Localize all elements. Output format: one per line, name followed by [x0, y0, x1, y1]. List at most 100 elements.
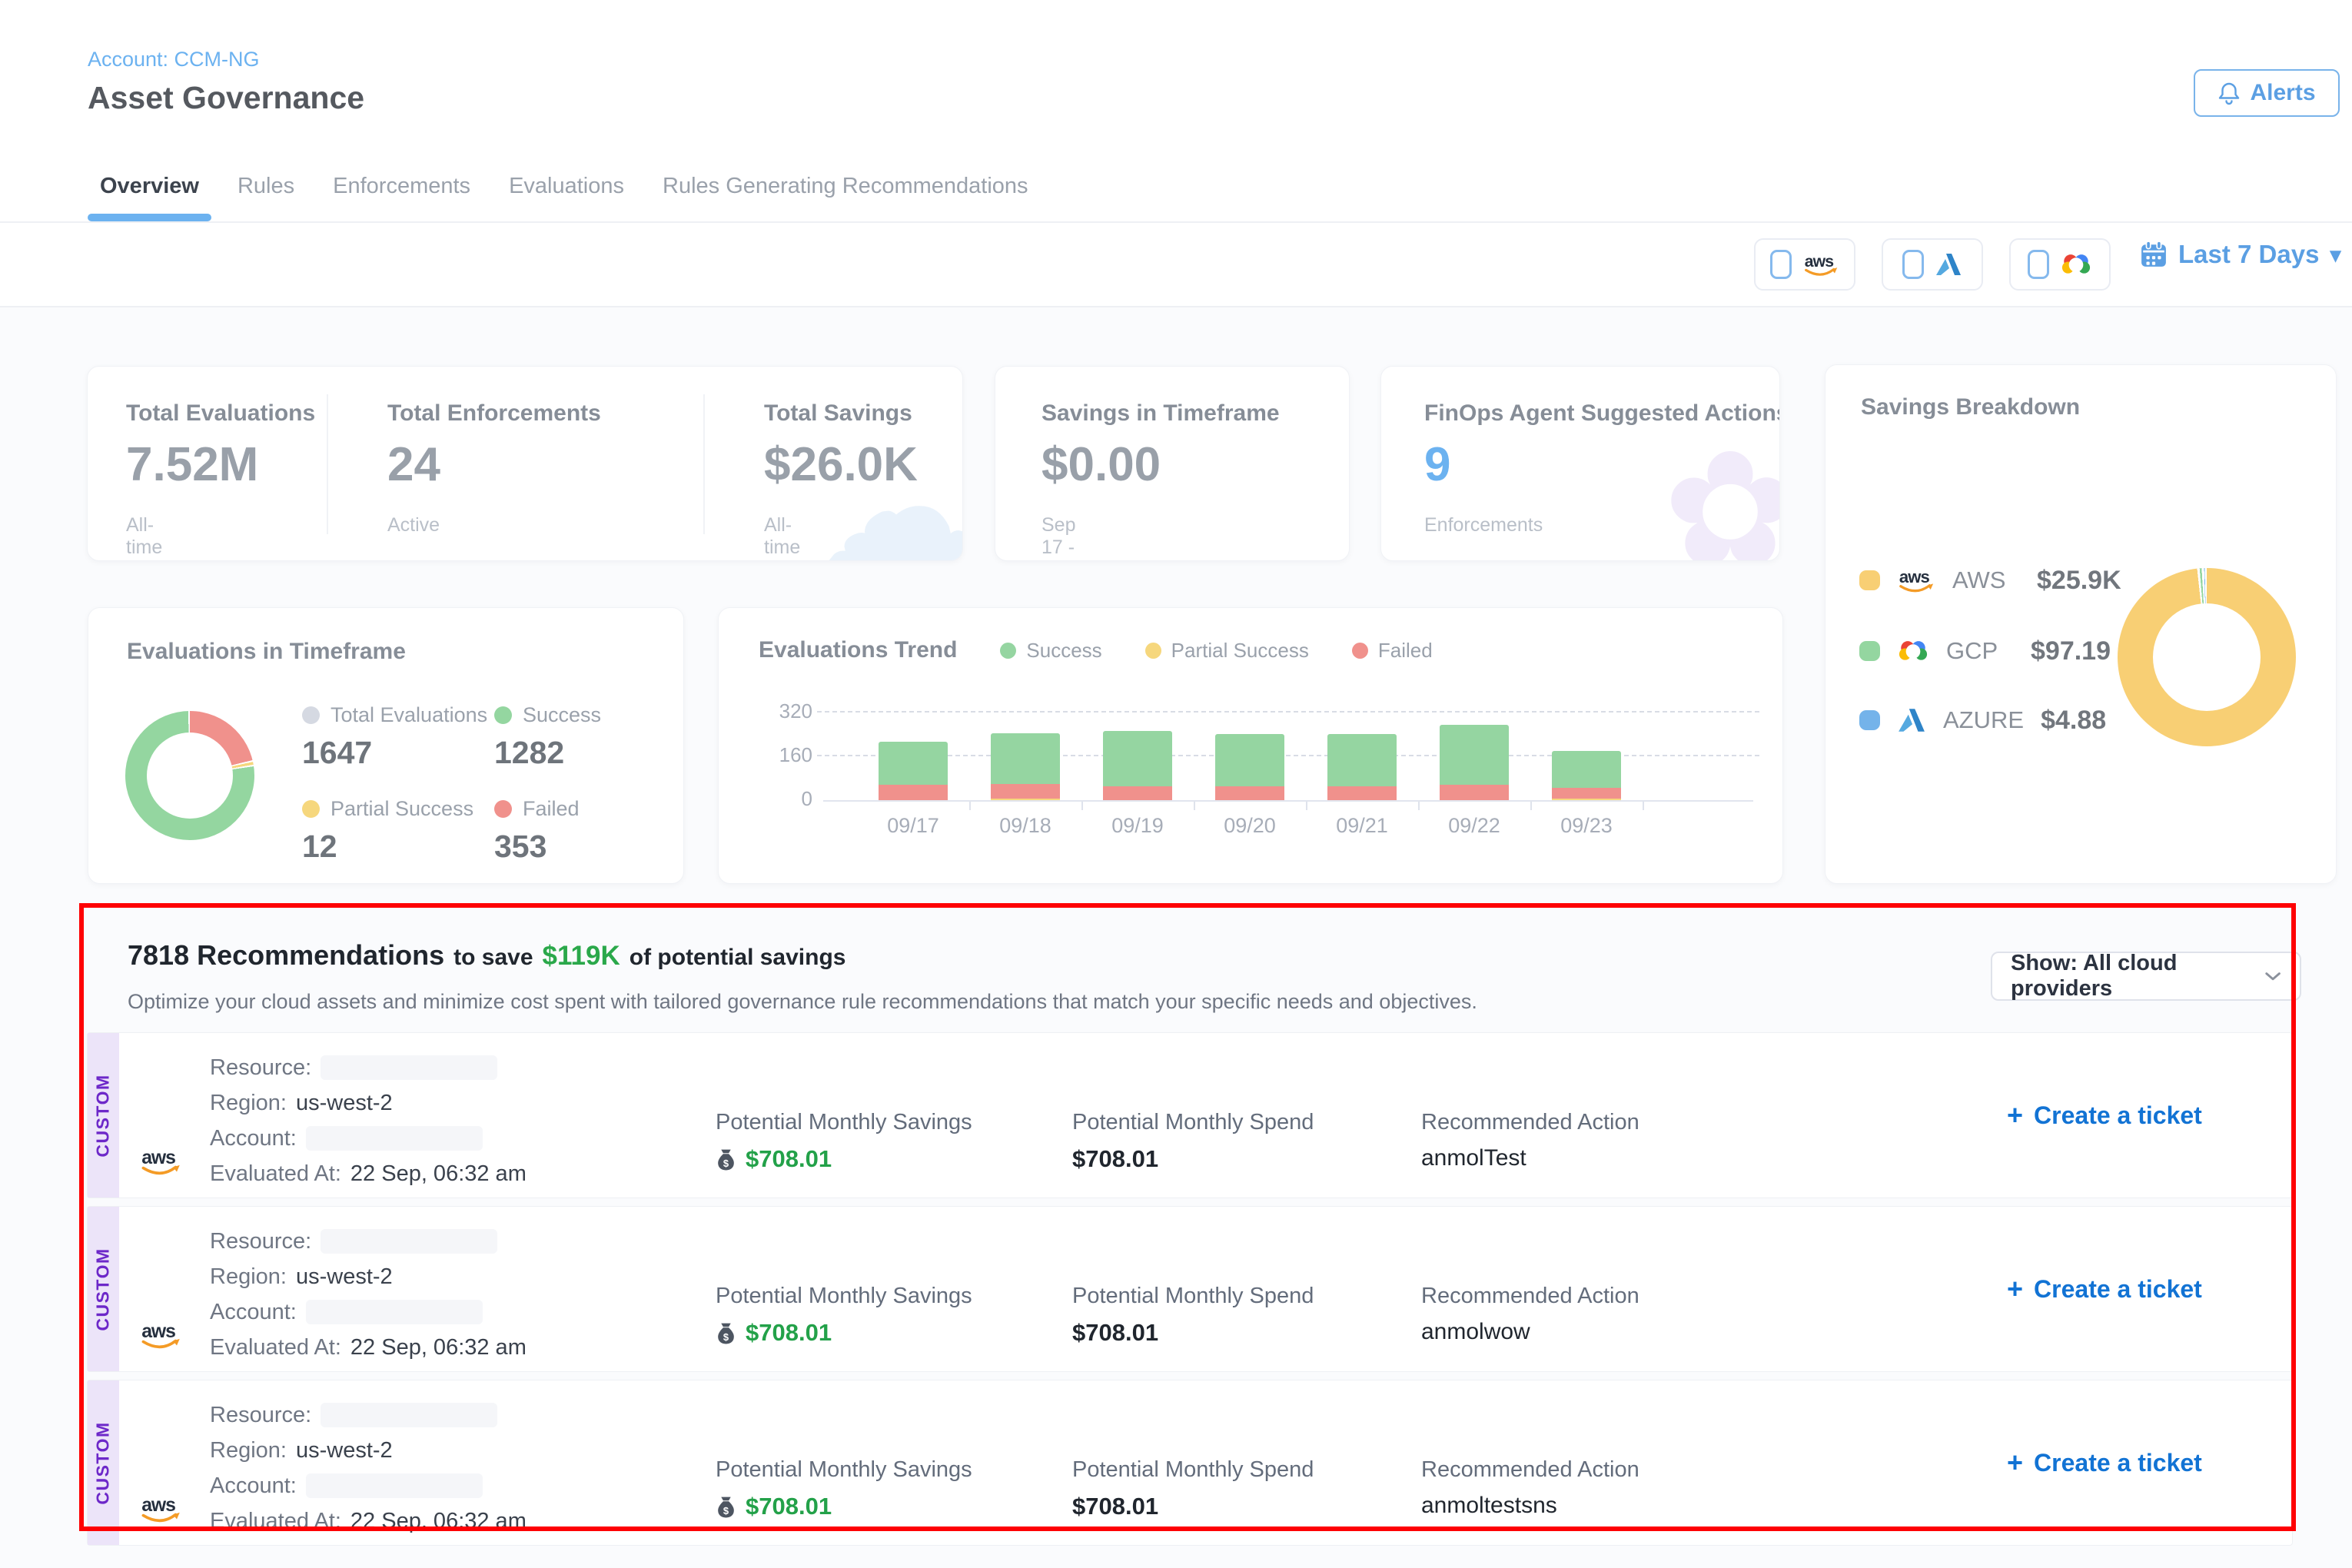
legend-value: $97.19	[2031, 636, 2111, 666]
recommendations-subtitle: Optimize your cloud assets and minimize …	[128, 990, 1477, 1014]
alerts-button[interactable]: Alerts	[2194, 69, 2340, 117]
stat-title: Total Enforcements	[387, 400, 601, 427]
breakdown-legend-gcp: GCP $97.19	[1859, 634, 2111, 668]
moneybag-icon	[716, 1321, 736, 1345]
card-title: Savings Breakdown	[1861, 394, 2080, 420]
card-title: Evaluations in Timeframe	[127, 639, 406, 665]
legend-label: Failed	[1378, 639, 1433, 663]
trend-bar-09/20	[1215, 734, 1284, 800]
account-breadcrumb-link[interactable]: Account: CCM-NG	[88, 48, 260, 71]
legend-dot	[1352, 643, 1368, 659]
evaluations-donut-chart	[125, 711, 254, 840]
moneybag-icon	[716, 1148, 736, 1171]
legend-dot	[1859, 710, 1880, 730]
breakdown-legend-azure: AZURE $4.88	[1859, 703, 2106, 737]
chevron-down-icon	[2264, 971, 2281, 982]
stat-value: $26.0K	[764, 437, 918, 492]
stat-caption: Enforcements	[1424, 514, 1543, 537]
potential-savings-amount: $119K	[543, 941, 620, 972]
tab-overview[interactable]: Overview	[100, 174, 199, 199]
tab-rules-generating-recommendations[interactable]: Rules Generating Recommendations	[663, 174, 1028, 199]
gcp-icon	[2060, 251, 2092, 277]
aws-checkbox[interactable]	[1770, 250, 1792, 279]
tab-enforcements[interactable]: Enforcements	[333, 174, 470, 199]
redacted-account-value	[306, 1473, 483, 1498]
redacted-resource-value	[321, 1229, 497, 1254]
aws-icon	[1802, 251, 1839, 277]
recommendations-heading: 7818 Recommendations to save $119K of po…	[128, 939, 845, 972]
legend-dot	[494, 706, 512, 724]
recommendation-row: CUSTOM Resource: Region:us-west-2 Accoun…	[87, 1380, 2293, 1546]
redacted-resource-value	[321, 1055, 497, 1080]
legend-dot	[1859, 570, 1880, 590]
create-ticket-button[interactable]: +Create a ticket	[2007, 1447, 2202, 1479]
divider	[327, 394, 328, 534]
savings-breakdown-card: Savings Breakdown AWS $25.9K GCP $97.19 …	[1825, 364, 2337, 884]
recommendations-count: 7818 Recommendations	[128, 939, 444, 972]
legend-label: AWS	[1952, 566, 2020, 594]
legend-dot	[302, 706, 320, 724]
legend-label: Partial Success	[1171, 639, 1309, 663]
redacted-account-value	[306, 1300, 483, 1324]
trend-bar-09/23	[1552, 751, 1621, 800]
trend-bar-09/17	[879, 742, 948, 800]
custom-tag: CUSTOM	[88, 1207, 119, 1371]
gcp-icon	[1897, 637, 1929, 665]
eval-legend-failed: Failed 353	[494, 797, 580, 865]
trend-legend-success: Success	[1000, 639, 1101, 663]
stat-title: FinOps Agent Suggested Actions	[1424, 400, 1780, 427]
trend-bar-chart: 0160320 09/1709/1809/1909/2009/2109/2209…	[765, 714, 1764, 845]
tab-evaluations[interactable]: Evaluations	[509, 174, 624, 199]
cloud-provider-filter-dropdown[interactable]: Show: All cloud providers	[1991, 952, 2301, 1001]
provider-filter-azure[interactable]	[1882, 238, 1983, 291]
x-axis-label: 09/22	[1440, 814, 1509, 838]
legend-value: 1282	[494, 735, 601, 771]
recommendation-row: CUSTOM Resource: Region:us-west-2 Accoun…	[87, 1206, 2293, 1372]
create-ticket-button[interactable]: +Create a ticket	[2007, 1273, 2202, 1305]
legend-label: Failed	[523, 797, 580, 821]
legend-value: 353	[494, 829, 580, 865]
flower-watermark-icon: ✿	[1663, 430, 1780, 561]
tab-rules[interactable]: Rules	[238, 174, 294, 199]
tabs-bar: Overview Rules Enforcements Evaluations …	[0, 151, 2352, 223]
filter-bar: Last 7 Days ▾	[0, 223, 2352, 307]
legend-value: $25.9K	[2037, 566, 2121, 596]
create-ticket-button[interactable]: +Create a ticket	[2007, 1099, 2202, 1131]
x-axis-label: 09/19	[1103, 814, 1172, 838]
savings-in-timeframe-card: Savings in Timeframe $0.00 Sep 17 - Sep …	[995, 366, 1350, 561]
legend-value: 12	[302, 829, 473, 865]
legend-label: GCP	[1946, 637, 2014, 665]
custom-tag: CUSTOM	[88, 1033, 119, 1198]
card-title: Evaluations Trend	[759, 637, 957, 663]
stat-title: Total Savings	[764, 400, 912, 427]
evaluations-in-timeframe-card: Evaluations in Timeframe Total Evaluatio…	[88, 607, 684, 884]
finops-agent-card: ✿ FinOps Agent Suggested Actions 9 Enfor…	[1380, 366, 1780, 561]
resource-details: Resource: Region:us-west-2 Account: Eval…	[210, 1228, 527, 1370]
date-range-label: Last 7 Days	[2178, 240, 2319, 269]
savings-breakdown-donut-chart	[2118, 568, 2296, 746]
gcp-checkbox[interactable]	[2028, 250, 2049, 279]
azure-icon	[1897, 706, 1926, 734]
date-range-picker[interactable]: Last 7 Days ▾	[2140, 240, 2341, 269]
stat-title: Savings in Timeframe	[1041, 400, 1280, 427]
stat-value: 7.52M	[126, 437, 258, 492]
provider-filter-aws[interactable]	[1754, 238, 1855, 291]
trend-legend-partial: Partial Success	[1145, 639, 1309, 663]
stat-caption: All-time	[126, 514, 162, 559]
divider	[703, 394, 705, 534]
legend-value: 1647	[302, 735, 487, 771]
stat-title: Total Evaluations	[126, 400, 315, 427]
legend-dot	[1859, 641, 1880, 661]
eval-legend-total: Total Evaluations 1647	[302, 703, 487, 771]
asset-governance-page: Account: CCM-NG Asset Governance Alerts …	[0, 0, 2352, 1568]
aws-logo-icon	[139, 1493, 182, 1525]
azure-icon	[1935, 251, 1962, 277]
trend-bar-09/19	[1103, 731, 1172, 800]
caret-down-icon: ▾	[2330, 242, 2340, 267]
legend-dot	[302, 800, 320, 818]
stat-value: $0.00	[1041, 437, 1161, 492]
provider-filter-gcp[interactable]	[2009, 238, 2111, 291]
x-axis-label: 09/21	[1327, 814, 1397, 838]
legend-label: Success	[1026, 639, 1101, 663]
azure-checkbox[interactable]	[1902, 250, 1924, 279]
